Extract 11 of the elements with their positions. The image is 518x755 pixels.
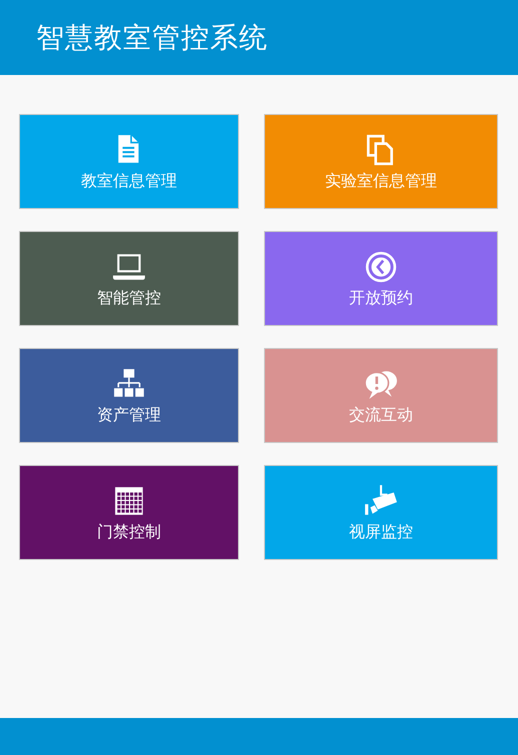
menu-tile[interactable]: 开放预约 [264,231,498,326]
menu-tile[interactable]: 资产管理 [19,348,239,443]
camera-icon [364,484,398,518]
menu-tile[interactable]: 视屏监控 [264,465,498,560]
menu-tile[interactable]: 实验室信息管理 [264,114,498,209]
app-title: 智慧教室管控系统 [36,20,268,56]
clock-icon [364,250,398,284]
menu-tile[interactable]: 智能管控 [19,231,239,326]
menu-tile[interactable]: 门禁控制 [19,465,239,560]
menu-tile[interactable]: 交流互动 [264,348,498,443]
menu-tile[interactable]: 教室信息管理 [19,114,239,209]
